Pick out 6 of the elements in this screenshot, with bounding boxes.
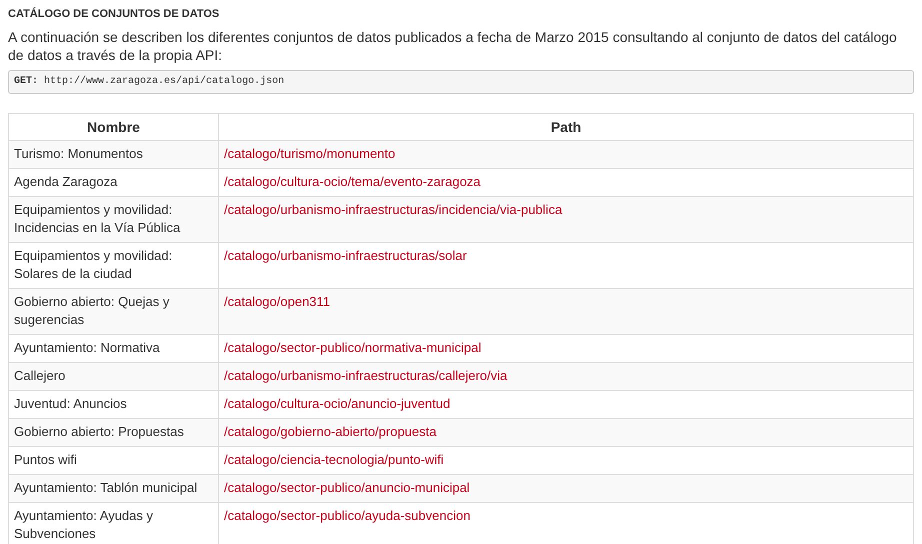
section-heading: CATÁLOGO DE CONJUNTOS DE DATOS <box>8 7 220 21</box>
intro-paragraph: A continuación se describen los diferentes conjuntos de datos publicados a fecha de Marzo 2015 consultando al conjunto de datos del catálogo de datos a través de la propia API: <box>8 28 898 64</box>
column-header: Nombre <box>8 114 218 140</box>
code-block: GET: http://www.zaragoza.es/api/catalogo.json <box>8 70 914 94</box>
column-header: Path <box>218 114 914 140</box>
table-cell: Ayuntamiento: Ayudas y Subvenciones <box>8 502 218 544</box>
